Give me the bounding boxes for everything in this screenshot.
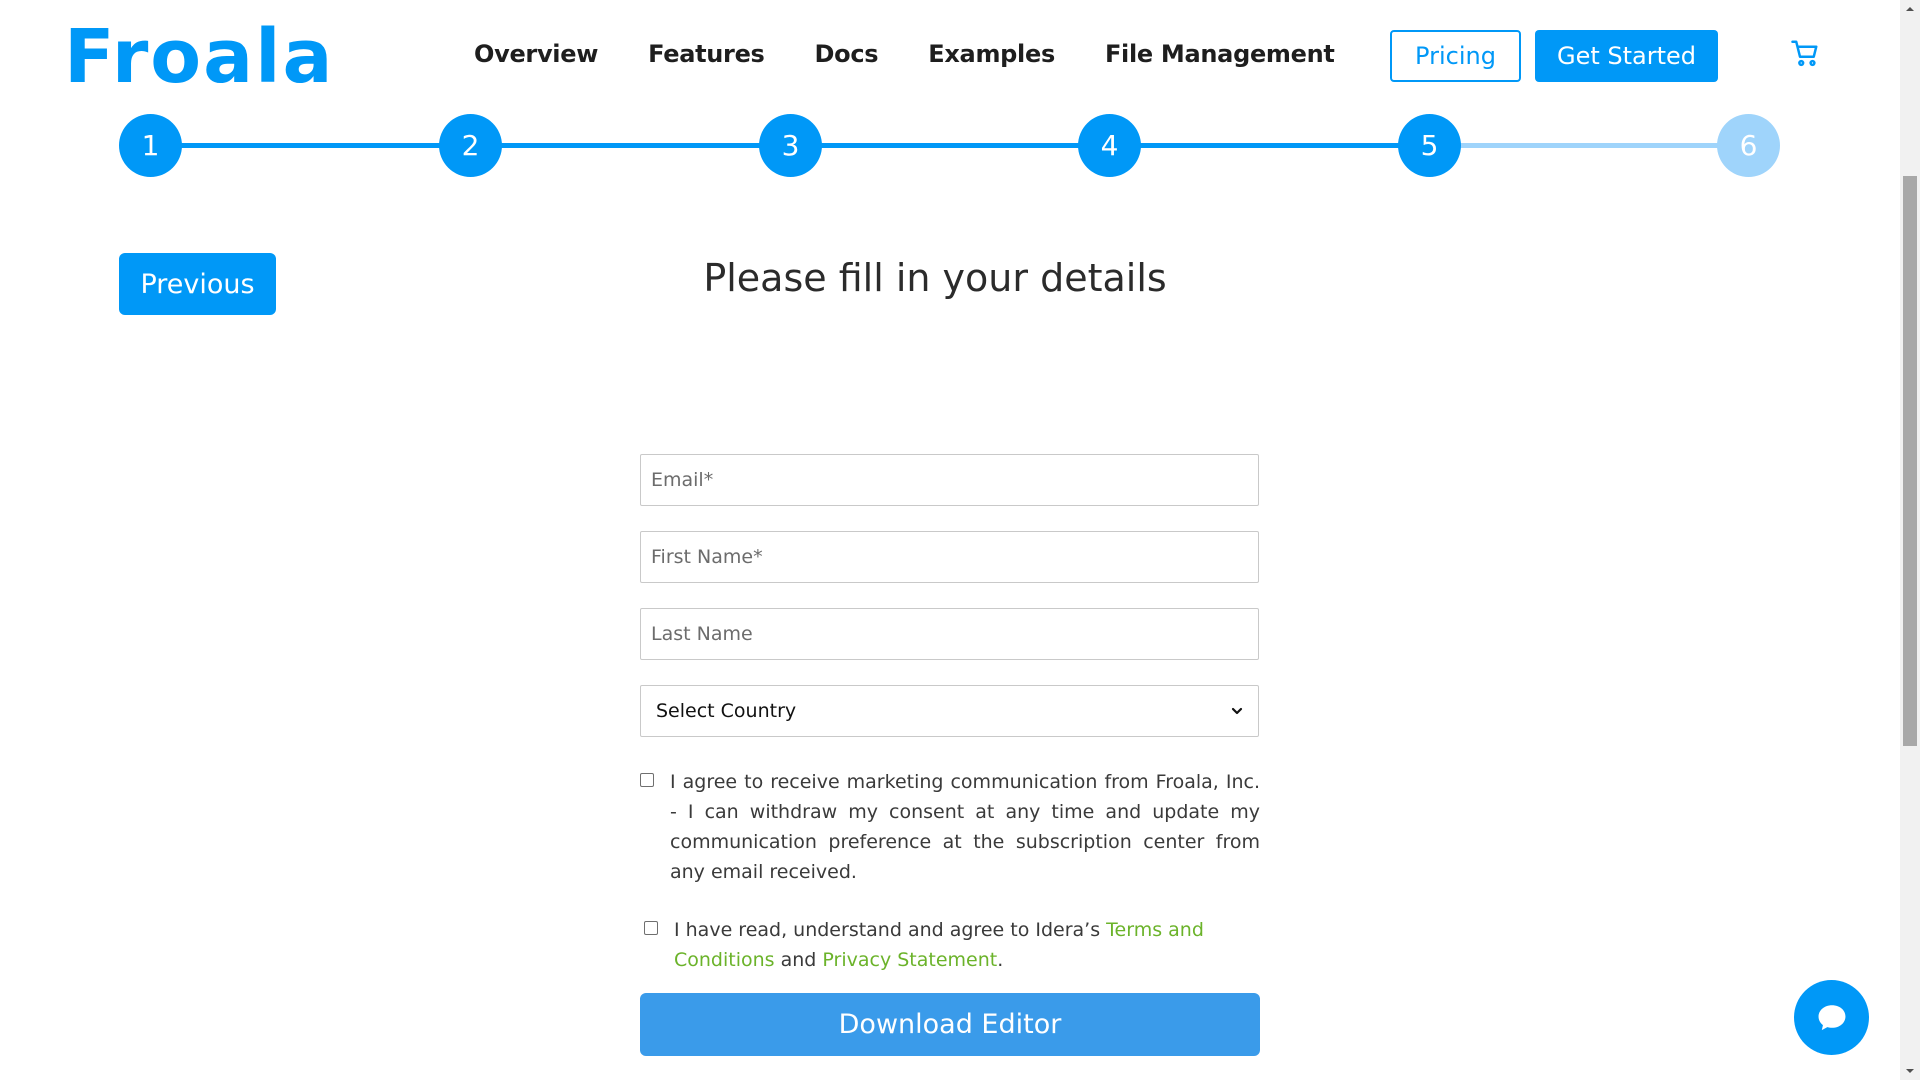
scrollbar-thumb[interactable] — [1903, 176, 1917, 746]
chat-bubble-icon — [1818, 1004, 1845, 1030]
get-started-button[interactable]: Get Started — [1535, 30, 1718, 82]
first-name-input[interactable] — [651, 532, 1258, 582]
chat-button[interactable] — [1794, 980, 1869, 1055]
last-name-field[interactable] — [640, 608, 1259, 660]
details-form: Select Country I agree to receive market… — [640, 454, 1260, 1056]
last-name-input[interactable] — [651, 609, 1258, 659]
froala-logo[interactable]: Froala — [64, 20, 334, 94]
marketing-consent-row: I agree to receive marketing communicati… — [640, 767, 1260, 887]
terms-consent-text: I have read, understand and agree to Ide… — [674, 915, 1260, 975]
step-1: 1 — [119, 114, 182, 177]
first-name-field[interactable] — [640, 531, 1259, 583]
terms-consent-row: I have read, understand and agree to Ide… — [640, 915, 1260, 975]
main-nav: Overview Features Docs Examples File Man… — [474, 40, 1385, 68]
marketing-consent-text: I agree to receive marketing communicati… — [670, 771, 1260, 883]
nav-file-management[interactable]: File Management — [1105, 40, 1335, 68]
chevron-down-icon — [1231, 707, 1243, 715]
scroll-down-arrow-icon[interactable] — [1905, 1066, 1915, 1076]
terms-consent-checkbox[interactable] — [644, 921, 658, 935]
country-select[interactable]: Select Country — [640, 685, 1259, 737]
step-5: 5 — [1398, 114, 1461, 177]
stepper-track-remaining — [1430, 143, 1750, 148]
email-field[interactable] — [640, 454, 1259, 506]
step-6: 6 — [1717, 114, 1780, 177]
nav-features[interactable]: Features — [648, 40, 765, 68]
page-title: Please fill in your details — [703, 256, 1167, 300]
country-select-value: Select Country — [656, 700, 797, 722]
site-header: Froala Overview Features Docs Examples F… — [0, 0, 1900, 110]
terms-and: and — [774, 949, 823, 971]
nav-overview[interactable]: Overview — [474, 40, 598, 68]
terms-suffix: . — [997, 949, 1004, 971]
email-input[interactable] — [651, 455, 1258, 505]
nav-examples[interactable]: Examples — [928, 40, 1055, 68]
step-2: 2 — [439, 114, 502, 177]
scrollbar[interactable] — [1900, 0, 1920, 1080]
terms-prefix: I have read, understand and agree to Ide… — [674, 919, 1107, 941]
step-4: 4 — [1078, 114, 1141, 177]
step-3: 3 — [759, 114, 822, 177]
scroll-up-arrow-icon[interactable] — [1905, 4, 1915, 14]
cart-icon[interactable] — [1790, 38, 1820, 68]
marketing-consent-checkbox[interactable] — [640, 773, 654, 787]
pricing-button[interactable]: Pricing — [1390, 30, 1521, 82]
download-editor-button[interactable]: Download Editor — [640, 993, 1260, 1056]
nav-docs[interactable]: Docs — [815, 40, 879, 68]
privacy-link[interactable]: Privacy Statement — [822, 949, 997, 971]
